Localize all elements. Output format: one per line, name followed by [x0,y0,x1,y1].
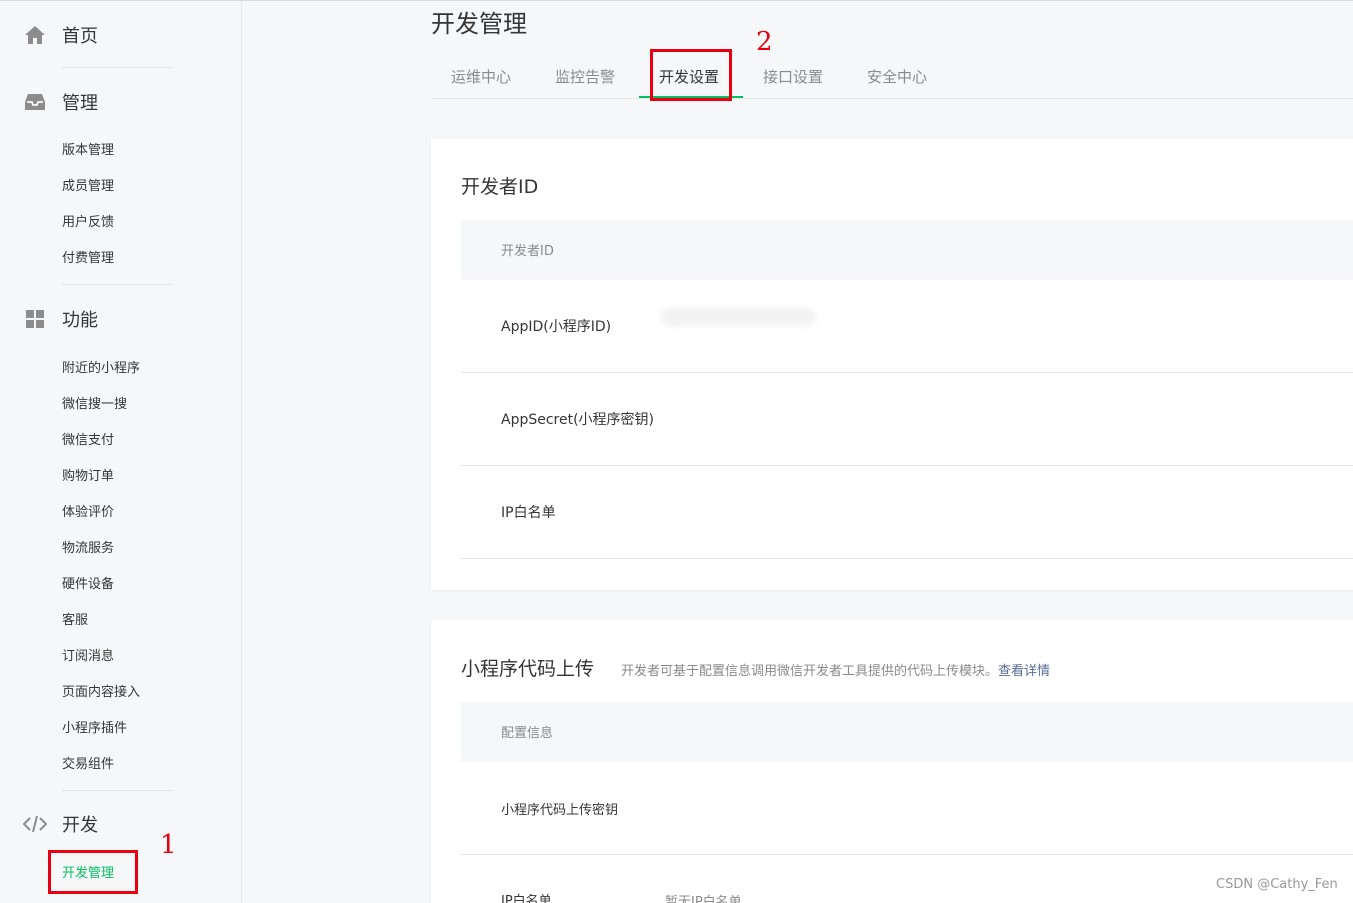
sidebar-item-billing[interactable]: 付费管理 [62,249,114,269]
sidebar-item-members[interactable]: 成员管理 [62,177,114,197]
tab-monitor[interactable]: 监控告警 [555,58,615,98]
row-key: AppSecret(小程序密钥) [501,412,655,428]
view-details-link[interactable]: 查看详情 [998,664,1050,679]
row-value: 暂无IP白名单 [665,895,742,903]
divider [62,284,172,285]
tab-bar: 运维中心 监控告警 开发设置 接口设置 安全中心 [431,58,1353,99]
sidebar-item-plugins[interactable]: 小程序插件 [62,719,127,739]
code-icon [22,811,48,837]
sidebar-section-label: 开发 [62,815,98,836]
tab-ops[interactable]: 运维中心 [451,58,511,98]
row-key: IP白名单 [501,505,556,521]
inbox-icon [22,89,48,115]
table-header-label: 开发者ID [501,244,554,259]
sidebar-item-search[interactable]: 微信搜一搜 [62,395,127,415]
sidebar-item-trade[interactable]: 交易组件 [62,755,114,775]
sidebar-section-dev[interactable]: 开发 [22,809,98,839]
tab-api-settings[interactable]: 接口设置 [763,58,823,98]
card-description: 开发者可基于配置信息调用微信开发者工具提供的代码上传模块。查看详情 [621,660,1050,679]
redacted-value [661,308,816,326]
sidebar-item-home[interactable]: 首页 [22,20,98,50]
card-title: 小程序代码上传 [461,658,595,680]
annotation-box-2 [650,49,732,101]
table-row-appid: AppID(小程序ID) [461,280,1353,373]
page-title: 开发管理 [431,10,527,38]
sidebar-section-manage[interactable]: 管理 [22,87,98,117]
sidebar-item-customer-service[interactable]: 客服 [62,611,88,631]
card-description-text: 开发者可基于配置信息调用微信开发者工具提供的代码上传模块。 [621,664,999,679]
sidebar-item-hardware[interactable]: 硬件设备 [62,575,114,595]
table-header: 配置信息 [461,702,1353,762]
table-header-label: 配置信息 [501,726,554,741]
sidebar-item-label: 首页 [62,26,98,47]
sidebar-item-logistics[interactable]: 物流服务 [62,539,114,559]
dev-id-card: 开发者ID 开发者ID AppID(小程序ID) AppSecret(小程序密钥… [431,139,1353,590]
divider [62,790,172,791]
tab-security[interactable]: 安全中心 [867,58,927,98]
row-key: IP白名单 [501,894,552,903]
grid-icon [22,306,48,332]
table-row-appsecret: AppSecret(小程序密钥) [461,373,1353,466]
sidebar-item-version[interactable]: 版本管理 [62,141,114,161]
table-header: 开发者ID [461,220,1353,280]
sidebar-section-features[interactable]: 功能 [22,304,98,334]
card-title: 开发者ID [461,176,539,198]
annotation-number-2: 2 [756,27,773,57]
sidebar-item-page-content[interactable]: 页面内容接入 [62,683,140,703]
sidebar-item-pay[interactable]: 微信支付 [62,431,114,451]
table-row-ip-whitelist: IP白名单 [461,466,1353,559]
sidebar: 首页 管理 版本管理 成员管理 用户反馈 付费管理 功能 附近的小程序 微信搜一… [0,1,242,903]
code-upload-card: 小程序代码上传 开发者可基于配置信息调用微信开发者工具提供的代码上传模块。查看详… [431,620,1353,903]
sidebar-item-subscribe[interactable]: 订阅消息 [62,647,114,667]
sidebar-item-orders[interactable]: 购物订单 [62,467,114,487]
divider [62,67,172,68]
sidebar-section-label: 功能 [62,310,98,331]
row-key: 小程序代码上传密钥 [501,803,619,818]
sidebar-item-nearby[interactable]: 附近的小程序 [62,359,140,379]
annotation-number-1: 1 [160,830,177,860]
sidebar-item-reviews[interactable]: 体验评价 [62,503,114,523]
sidebar-section-label: 管理 [62,93,98,114]
watermark: CSDN @Cathy_Fen [1216,877,1338,892]
row-key: AppID(小程序ID) [501,319,612,335]
home-icon [22,22,48,48]
annotation-box-1 [48,850,138,894]
sidebar-item-feedback[interactable]: 用户反馈 [62,213,114,233]
table-row-upload-key: 小程序代码上传密钥 [461,762,1353,855]
